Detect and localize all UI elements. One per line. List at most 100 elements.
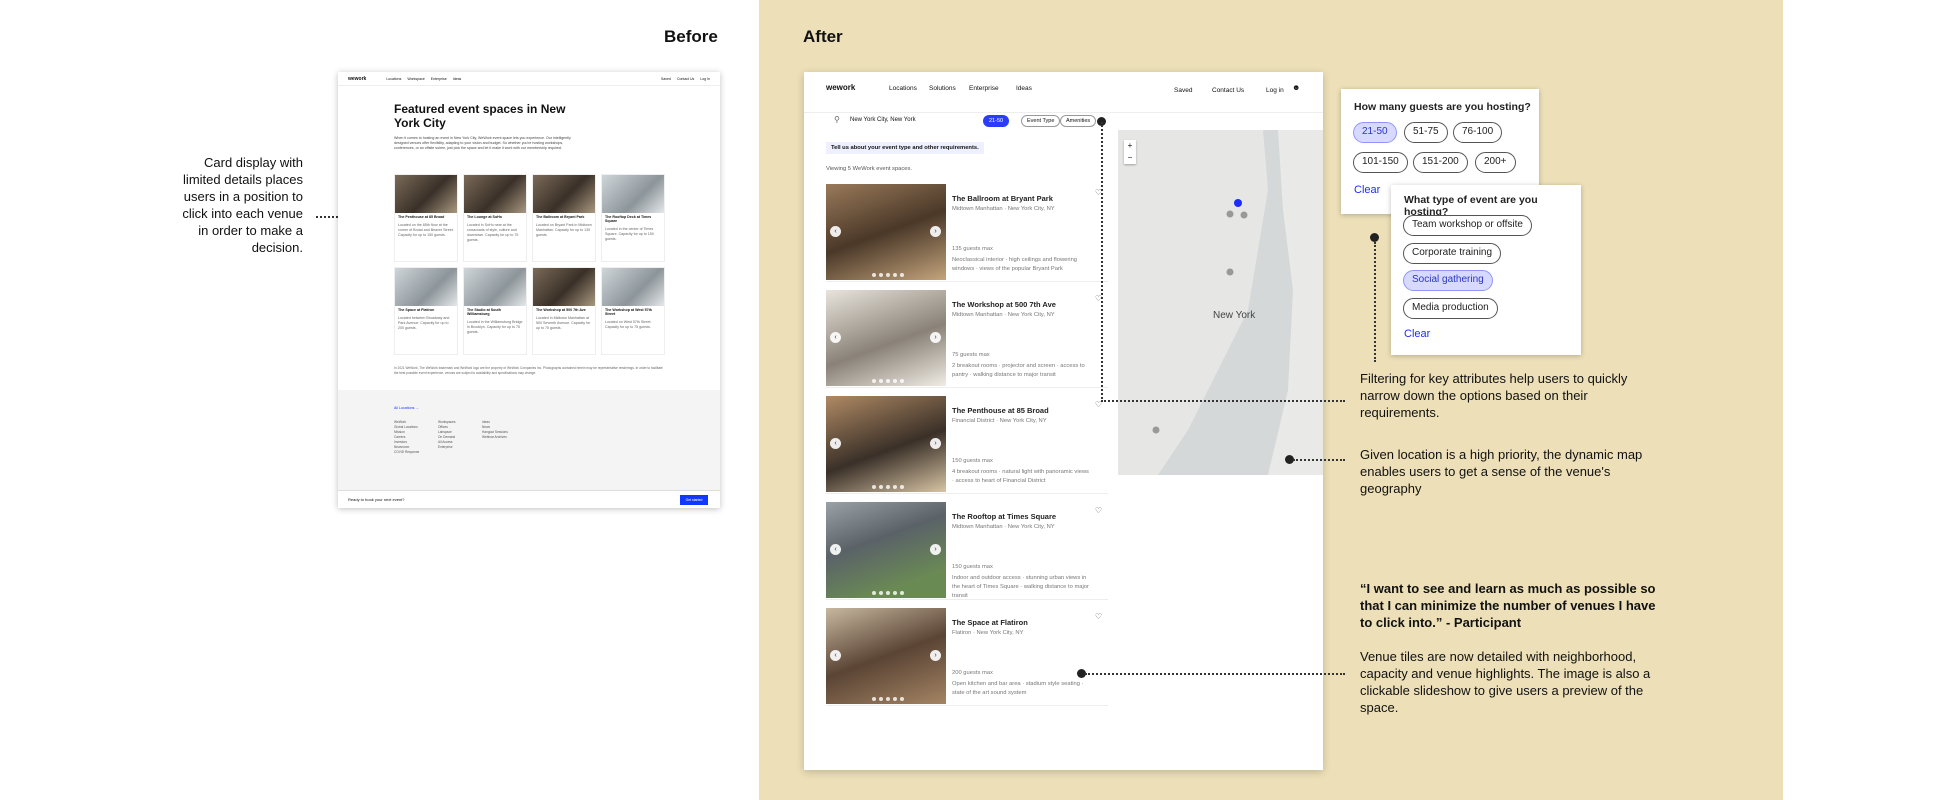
before-venue-card[interactable]: The Workshop at West 57th Street Located … [601,267,665,355]
before-venue-card[interactable]: The Rooftop Deck at Times Square Located … [601,174,665,262]
before-intro: When it comes to hosting an event in New… [394,136,571,150]
zoom-in-icon[interactable]: + [1124,140,1136,152]
after-nav-item[interactable]: Ideas [1016,85,1032,92]
venue-capacity: 200 guests max [952,670,993,676]
before-nav-saved[interactable]: Saved [661,77,671,81]
user-icon[interactable]: ☻ [1292,83,1300,92]
prev-slide-icon[interactable]: ‹ [830,544,841,555]
venue-slideshow[interactable] [826,502,946,598]
card-title: The Workshop at West 57th Street [605,308,652,316]
prev-slide-icon[interactable]: ‹ [830,226,841,237]
requirements-tip[interactable]: Tell us about your event type and other … [826,142,984,154]
card-title: The Workshop at 500 7th Ave [536,308,586,312]
venue-slideshow[interactable] [826,290,946,386]
prev-slide-icon[interactable]: ‹ [830,438,841,449]
after-nav-contact[interactable]: Contact Us [1212,87,1244,94]
venue-location: Midtown Manhattan · New York City, NY [952,524,1055,530]
prev-slide-icon[interactable]: ‹ [830,332,841,343]
footer-column: WeWork Global Locations Mission Careers … [394,420,420,454]
map-city-label: New York [1213,310,1256,321]
map-graphic [1118,130,1323,475]
footer-column: Workspaces Offices Labspace On Demand Al… [438,420,456,449]
after-nav-item[interactable]: Locations [889,85,917,92]
after-nav-saved[interactable]: Saved [1174,87,1192,94]
venue-photo [602,175,664,213]
card-title: The Lounge at SoHo [467,215,502,219]
heart-icon[interactable]: ♡ [1095,506,1102,515]
venue-tile[interactable]: ‹ › The Ballroom at Bryant Park Midtown … [826,184,1108,282]
venue-map[interactable]: New York + − [1118,130,1323,475]
after-nav-item[interactable]: Solutions [929,85,956,92]
before-venue-card[interactable]: The Workshop at 500 7th Ave Located in Mi… [532,267,596,355]
event-type-filter-pill[interactable]: Event Type [1021,115,1061,127]
tile-connector-line [1085,673,1345,675]
guests-clear-link[interactable]: Clear [1354,184,1380,196]
map-connector-line [1293,459,1345,461]
event-option[interactable]: Social gathering [1403,270,1493,291]
zoom-out-icon[interactable]: − [1124,152,1136,164]
all-locations-link[interactable]: All Locations → [394,406,419,410]
event-option[interactable]: Media production [1403,298,1498,319]
venue-highlights: Open kitchen and bar area · stadium styl… [952,681,1084,696]
card-title: The Space at Flatiron [398,308,435,312]
event-option[interactable]: Corporate training [1403,243,1502,264]
before-venue-card[interactable]: The Studio at South Williamsburg Located … [463,267,527,355]
venue-tile[interactable]: ‹ › The Penthouse at 85 Broad Financial … [826,396,1108,494]
before-nav-item[interactable]: Locations [386,77,401,81]
results-count: Viewing 5 WeWork event spaces. [826,166,913,172]
before-nav-item[interactable]: Workspace [407,77,424,81]
before-nav-item[interactable]: Enterprise [431,77,447,81]
after-nav-login[interactable]: Log in [1266,87,1284,94]
guests-option[interactable]: 76-100 [1453,122,1503,143]
venue-slideshow[interactable] [826,184,946,280]
event-option[interactable]: Team workshop or offsite [1403,215,1532,236]
card-desc: Located in the Williamsburg Bridge in Br… [467,320,523,334]
guests-option[interactable]: 151-200 [1413,152,1468,173]
guests-option[interactable]: 101-150 [1353,152,1408,173]
venue-photo [533,175,595,213]
filter-connector-horizontal [1101,400,1345,402]
heart-icon[interactable]: ♡ [1095,612,1102,621]
venue-slideshow[interactable] [826,608,946,704]
next-slide-icon[interactable]: › [930,226,941,237]
before-card-grid: The Penthouse at 85 Broad Located on the … [394,174,666,355]
after-nav-item[interactable]: Enterprise [969,85,999,92]
before-venue-card[interactable]: The Ballroom at Bryant Park Located on Br… [532,174,596,262]
slide-indicator [872,591,904,595]
venue-tile[interactable]: ‹ › The Workshop at 500 7th Ave Midtown … [826,290,1108,388]
slide-indicator [872,273,904,277]
popup-connector-line [1374,242,1376,362]
venue-location: Midtown Manhattan · New York City, NY [952,312,1055,318]
guests-filter-pill[interactable]: 21-50 [983,115,1010,127]
next-slide-icon[interactable]: › [930,332,941,343]
before-venue-card[interactable]: The Space at Flatiron Located between Bro… [394,267,458,355]
next-slide-icon[interactable]: › [930,650,941,661]
search-input[interactable]: New York City, New York [850,117,916,123]
before-nav: wework Locations Workspace Enterprise Id… [338,72,720,86]
next-slide-icon[interactable]: › [930,438,941,449]
nav-divider [804,112,1323,113]
get-started-button[interactable]: Get started [680,495,708,505]
venue-location: Midtown Manhattan · New York City, NY [952,206,1055,212]
before-nav-login[interactable]: Log In [700,77,710,81]
filter-connector-vertical [1101,122,1103,402]
before-venue-card[interactable]: The Penthouse at 85 Broad Located on the … [394,174,458,262]
prev-slide-icon[interactable]: ‹ [830,650,841,661]
venue-tile[interactable]: ‹ › The Space at Flatiron Flatiron · New… [826,608,1108,706]
before-nav-item[interactable]: Ideas [453,77,462,81]
guests-option[interactable]: 200+ [1475,152,1516,173]
guests-option[interactable]: 51-75 [1404,122,1448,143]
card-desc: Located between Broadway and Park Avenue… [398,316,450,330]
next-slide-icon[interactable]: › [930,544,941,555]
venue-tile[interactable]: ‹ › The Rooftop at Times Square Midtown … [826,502,1108,600]
before-nav-contact[interactable]: Contact Us [677,77,694,81]
event-clear-link[interactable]: Clear [1404,328,1430,340]
before-venue-card[interactable]: The Lounge at SoHo Located in SoHo near a… [463,174,527,262]
venue-slideshow[interactable] [826,396,946,492]
card-desc: Located in the center of Times Square. C… [605,227,654,241]
map-zoom-control[interactable]: + − [1124,140,1136,164]
amenities-filter-pill[interactable]: Amenities [1060,115,1097,127]
location-search[interactable]: ⚲ New York City, New York 21-50 Event Ty… [826,114,1097,130]
guests-option[interactable]: 21-50 [1353,122,1397,143]
card-desc: Located on the 85th floor at the corner … [398,223,454,237]
